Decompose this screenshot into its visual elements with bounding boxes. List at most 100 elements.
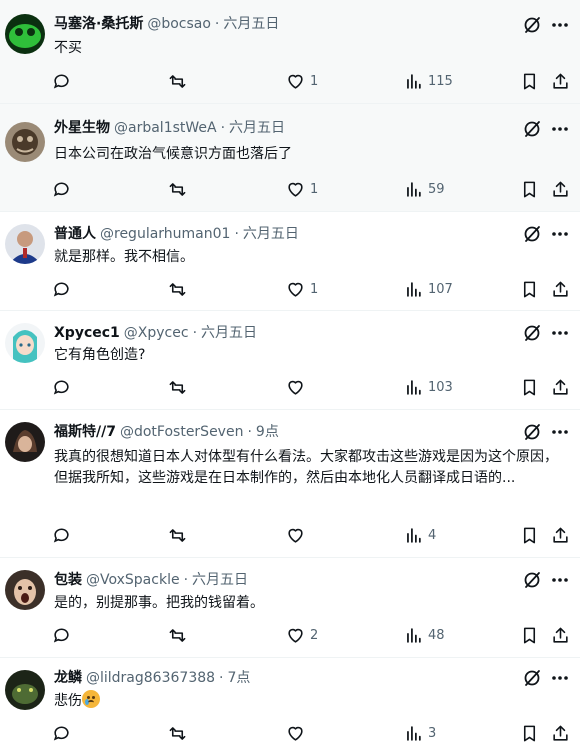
more-icon[interactable]	[550, 323, 570, 343]
timestamp[interactable]: 六月五日	[192, 572, 248, 588]
retweet-button[interactable]	[168, 178, 187, 200]
reply-button[interactable]	[52, 70, 71, 92]
share-button[interactable]	[551, 624, 570, 646]
tweet-header: Xpycec1 @Xpycec · 六月五日	[54, 323, 257, 343]
more-icon[interactable]	[550, 422, 570, 442]
grok-icon[interactable]	[522, 224, 542, 244]
share-button[interactable]	[551, 178, 570, 200]
display-name[interactable]: 包装	[54, 572, 82, 588]
grok-icon[interactable]	[522, 668, 542, 688]
avatar[interactable]	[5, 122, 45, 162]
bookmark-button[interactable]	[520, 70, 539, 92]
more-icon[interactable]	[550, 224, 570, 244]
bookmark-button[interactable]	[520, 376, 539, 398]
retweet-button[interactable]	[168, 722, 187, 744]
retweet-button[interactable]	[168, 376, 187, 398]
display-name[interactable]: 龙鳞	[54, 670, 82, 686]
reply-button[interactable]	[52, 524, 71, 546]
more-icon[interactable]	[550, 15, 570, 35]
like-button[interactable]: 1	[286, 70, 318, 92]
retweet-button[interactable]	[168, 624, 187, 646]
avatar[interactable]	[5, 670, 45, 710]
share-button[interactable]	[551, 278, 570, 300]
user-handle[interactable]: @VoxSpackle	[86, 572, 180, 588]
share-button[interactable]	[551, 722, 570, 744]
like-button[interactable]	[286, 722, 310, 744]
tweet[interactable]: 福斯特//7 @dotFosterSeven · 9点 我真的很想知道日本人对体型有什…	[0, 410, 580, 558]
user-handle[interactable]: @regularhuman01	[100, 226, 230, 242]
grok-icon[interactable]	[522, 570, 542, 590]
views-button[interactable]: 48	[404, 624, 445, 646]
grok-icon[interactable]	[522, 119, 542, 139]
views-button[interactable]: 103	[404, 376, 453, 398]
timestamp[interactable]: 7点	[228, 670, 251, 686]
display-name[interactable]: Xpycec1	[54, 325, 120, 341]
views-button[interactable]: 4	[404, 524, 436, 546]
tweet-text: 悲伤	[54, 693, 82, 709]
like-count: 1	[310, 281, 319, 297]
like-button[interactable]: 2	[286, 624, 318, 646]
like-count: 2	[310, 627, 319, 643]
timestamp[interactable]: 六月五日	[223, 16, 279, 32]
avatar[interactable]	[5, 422, 45, 462]
avatar[interactable]	[5, 14, 45, 54]
reply-icon	[53, 528, 69, 543]
display-name[interactable]: 外星生物	[54, 120, 110, 136]
more-icon[interactable]	[550, 570, 570, 590]
like-button[interactable]	[286, 524, 310, 546]
bookmark-button[interactable]	[520, 722, 539, 744]
timestamp[interactable]: 六月五日	[201, 325, 257, 341]
tweet[interactable]: 马塞洛·桑托斯 @bocsao · 六月五日 不买 1 115	[0, 0, 580, 104]
avatar[interactable]	[5, 224, 45, 264]
bookmark-button[interactable]	[520, 524, 539, 546]
reply-button[interactable]	[52, 722, 71, 744]
retweet-button[interactable]	[168, 524, 187, 546]
tweet[interactable]: 龙鳞 @lildrag86367388 · 7点 悲伤 3	[0, 658, 580, 752]
views-button[interactable]: 59	[404, 178, 445, 200]
user-handle[interactable]: @Xpycec	[124, 325, 189, 341]
tweet-text: 它有角色创造?	[54, 347, 146, 363]
user-handle[interactable]: @lildrag86367388	[86, 670, 215, 686]
share-button[interactable]	[551, 70, 570, 92]
tweet-header: 外星生物 @arbal1stWeA · 六月五日	[54, 118, 285, 138]
share-button[interactable]	[551, 524, 570, 546]
timestamp[interactable]: 六月五日	[243, 226, 299, 242]
more-icon[interactable]	[550, 119, 570, 139]
avatar[interactable]	[5, 323, 45, 363]
like-button[interactable]: 1	[286, 278, 318, 300]
tweet[interactable]: 外星生物 @arbal1stWeA · 六月五日 日本公司在政治气候意识方面也落后了 …	[0, 104, 580, 212]
display-name[interactable]: 普通人	[54, 226, 96, 242]
bookmark-button[interactable]	[520, 278, 539, 300]
display-name[interactable]: 福斯特//7	[54, 424, 116, 440]
views-button[interactable]: 115	[404, 70, 453, 92]
reply-button[interactable]	[52, 278, 71, 300]
user-handle[interactable]: @arbal1stWeA	[114, 120, 217, 136]
views-button[interactable]: 3	[404, 722, 436, 744]
reply-button[interactable]	[52, 624, 71, 646]
more-icon[interactable]	[550, 668, 570, 688]
timestamp[interactable]: 9点	[256, 424, 279, 440]
action-bar: 103	[0, 376, 580, 398]
retweet-button[interactable]	[168, 70, 187, 92]
bookmark-button[interactable]	[520, 178, 539, 200]
tweet[interactable]: 普通人 @regularhuman01 · 六月五日 就是那样。我不相信。 1 107	[0, 212, 580, 311]
bookmark-button[interactable]	[520, 624, 539, 646]
tweet[interactable]: Xpycec1 @Xpycec · 六月五日 它有角色创造? 103	[0, 311, 580, 410]
views-button[interactable]: 107	[404, 278, 453, 300]
grok-icon[interactable]	[522, 422, 542, 442]
grok-icon[interactable]	[522, 15, 542, 35]
display-name[interactable]: 马塞洛·桑托斯	[54, 16, 143, 32]
reply-button[interactable]	[52, 178, 71, 200]
tweet[interactable]: 包装 @VoxSpackle · 六月五日 是的，别提那事。把我的钱留着。 2 48	[0, 558, 580, 658]
like-button[interactable]: 1	[286, 178, 318, 200]
retweet-button[interactable]	[168, 278, 187, 300]
reply-icon	[53, 380, 69, 395]
user-handle[interactable]: @bocsao	[147, 16, 211, 32]
timestamp[interactable]: 六月五日	[229, 120, 285, 136]
user-handle[interactable]: @dotFosterSeven	[120, 424, 243, 440]
avatar[interactable]	[5, 570, 45, 610]
like-button[interactable]	[286, 376, 310, 398]
share-button[interactable]	[551, 376, 570, 398]
reply-button[interactable]	[52, 376, 71, 398]
grok-icon[interactable]	[522, 323, 542, 343]
